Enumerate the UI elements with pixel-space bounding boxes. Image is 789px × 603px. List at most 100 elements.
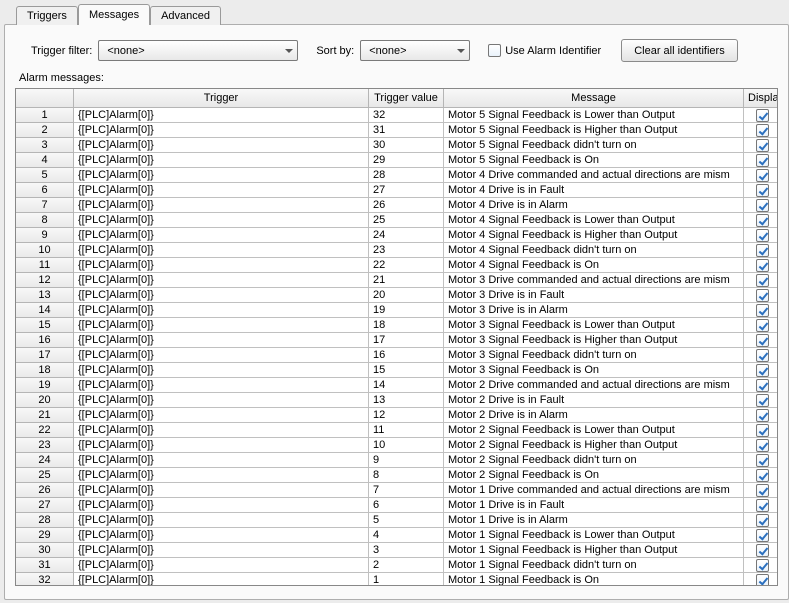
cell-trigger-value[interactable]: 11 bbox=[369, 423, 444, 438]
cell-trigger-value[interactable]: 10 bbox=[369, 438, 444, 453]
display-checkbox[interactable] bbox=[756, 319, 769, 332]
tab-messages[interactable]: Messages bbox=[78, 4, 150, 25]
cell-trigger-value[interactable]: 13 bbox=[369, 393, 444, 408]
cell-message[interactable]: Motor 3 Drive is in Fault bbox=[444, 288, 744, 303]
display-checkbox[interactable] bbox=[756, 199, 769, 212]
cell-message[interactable]: Motor 5 Signal Feedback is Lower than Ou… bbox=[444, 108, 744, 123]
cell-trigger[interactable]: {[PLC]Alarm[0]} bbox=[74, 273, 369, 288]
display-checkbox[interactable] bbox=[756, 349, 769, 362]
col-header-message[interactable]: Message bbox=[444, 89, 744, 108]
cell-trigger-value[interactable]: 15 bbox=[369, 363, 444, 378]
row-number[interactable]: 32 bbox=[16, 573, 74, 585]
cell-message[interactable]: Motor 3 Drive is in Alarm bbox=[444, 303, 744, 318]
row-number[interactable]: 30 bbox=[16, 543, 74, 558]
row-number[interactable]: 18 bbox=[16, 363, 74, 378]
row-number[interactable]: 8 bbox=[16, 213, 74, 228]
display-checkbox[interactable] bbox=[756, 244, 769, 257]
display-checkbox[interactable] bbox=[756, 229, 769, 242]
cell-trigger[interactable]: {[PLC]Alarm[0]} bbox=[74, 558, 369, 573]
cell-message[interactable]: Motor 3 Signal Feedback is Lower than Ou… bbox=[444, 318, 744, 333]
cell-trigger-value[interactable]: 5 bbox=[369, 513, 444, 528]
cell-trigger[interactable]: {[PLC]Alarm[0]} bbox=[74, 318, 369, 333]
display-checkbox[interactable] bbox=[756, 289, 769, 302]
row-number[interactable]: 29 bbox=[16, 528, 74, 543]
cell-trigger[interactable]: {[PLC]Alarm[0]} bbox=[74, 528, 369, 543]
row-number[interactable]: 2 bbox=[16, 123, 74, 138]
cell-message[interactable]: Motor 1 Signal Feedback is Higher than O… bbox=[444, 543, 744, 558]
cell-trigger-value[interactable]: 28 bbox=[369, 168, 444, 183]
cell-trigger-value[interactable]: 23 bbox=[369, 243, 444, 258]
row-number[interactable]: 13 bbox=[16, 288, 74, 303]
display-checkbox[interactable] bbox=[756, 259, 769, 272]
display-checkbox[interactable] bbox=[756, 124, 769, 137]
cell-trigger-value[interactable]: 32 bbox=[369, 108, 444, 123]
display-checkbox[interactable] bbox=[756, 334, 769, 347]
display-checkbox[interactable] bbox=[756, 379, 769, 392]
row-number[interactable]: 16 bbox=[16, 333, 74, 348]
row-number[interactable]: 12 bbox=[16, 273, 74, 288]
display-checkbox[interactable] bbox=[756, 514, 769, 527]
cell-message[interactable]: Motor 1 Drive is in Fault bbox=[444, 498, 744, 513]
cell-message[interactable]: Motor 1 Drive commanded and actual direc… bbox=[444, 483, 744, 498]
row-number[interactable]: 21 bbox=[16, 408, 74, 423]
cell-trigger-value[interactable]: 9 bbox=[369, 453, 444, 468]
cell-message[interactable]: Motor 4 Signal Feedback is Higher than O… bbox=[444, 228, 744, 243]
display-checkbox[interactable] bbox=[756, 184, 769, 197]
cell-trigger-value[interactable]: 16 bbox=[369, 348, 444, 363]
sort-by-select[interactable]: <none> bbox=[360, 40, 470, 61]
cell-trigger[interactable]: {[PLC]Alarm[0]} bbox=[74, 213, 369, 228]
cell-trigger-value[interactable]: 17 bbox=[369, 333, 444, 348]
row-number[interactable]: 20 bbox=[16, 393, 74, 408]
cell-trigger-value[interactable]: 14 bbox=[369, 378, 444, 393]
row-number[interactable]: 1 bbox=[16, 108, 74, 123]
row-number[interactable]: 15 bbox=[16, 318, 74, 333]
cell-message[interactable]: Motor 2 Drive is in Alarm bbox=[444, 408, 744, 423]
cell-message[interactable]: Motor 2 Signal Feedback is Lower than Ou… bbox=[444, 423, 744, 438]
cell-message[interactable]: Motor 5 Signal Feedback is On bbox=[444, 153, 744, 168]
display-checkbox[interactable] bbox=[756, 109, 769, 122]
row-number[interactable]: 25 bbox=[16, 468, 74, 483]
col-header-trigger-value[interactable]: Trigger value bbox=[369, 89, 444, 108]
display-checkbox[interactable] bbox=[756, 454, 769, 467]
display-checkbox[interactable] bbox=[756, 544, 769, 557]
row-number[interactable]: 19 bbox=[16, 378, 74, 393]
cell-trigger-value[interactable]: 19 bbox=[369, 303, 444, 318]
display-checkbox[interactable] bbox=[756, 424, 769, 437]
cell-message[interactable]: Motor 1 Signal Feedback is On bbox=[444, 573, 744, 585]
display-checkbox[interactable] bbox=[756, 169, 769, 182]
tab-advanced[interactable]: Advanced bbox=[150, 6, 221, 25]
display-checkbox[interactable] bbox=[756, 529, 769, 542]
cell-trigger[interactable]: {[PLC]Alarm[0]} bbox=[74, 348, 369, 363]
row-number[interactable]: 31 bbox=[16, 558, 74, 573]
row-number[interactable]: 14 bbox=[16, 303, 74, 318]
cell-trigger-value[interactable]: 4 bbox=[369, 528, 444, 543]
display-checkbox[interactable] bbox=[756, 394, 769, 407]
cell-message[interactable]: Motor 1 Drive is in Alarm bbox=[444, 513, 744, 528]
row-number[interactable]: 11 bbox=[16, 258, 74, 273]
cell-trigger-value[interactable]: 22 bbox=[369, 258, 444, 273]
cell-trigger-value[interactable]: 8 bbox=[369, 468, 444, 483]
cell-trigger-value[interactable]: 6 bbox=[369, 498, 444, 513]
cell-message[interactable]: Motor 1 Signal Feedback didn't turn on bbox=[444, 558, 744, 573]
cell-trigger[interactable]: {[PLC]Alarm[0]} bbox=[74, 183, 369, 198]
cell-trigger-value[interactable]: 18 bbox=[369, 318, 444, 333]
cell-trigger[interactable]: {[PLC]Alarm[0]} bbox=[74, 363, 369, 378]
cell-trigger-value[interactable]: 24 bbox=[369, 228, 444, 243]
display-checkbox[interactable] bbox=[756, 364, 769, 377]
row-number[interactable]: 23 bbox=[16, 438, 74, 453]
cell-trigger-value[interactable]: 26 bbox=[369, 198, 444, 213]
col-header-trigger[interactable]: Trigger bbox=[74, 89, 369, 108]
cell-message[interactable]: Motor 2 Drive is in Fault bbox=[444, 393, 744, 408]
display-checkbox[interactable] bbox=[756, 499, 769, 512]
cell-trigger-value[interactable]: 27 bbox=[369, 183, 444, 198]
cell-trigger[interactable]: {[PLC]Alarm[0]} bbox=[74, 333, 369, 348]
cell-message[interactable]: Motor 2 Signal Feedback is On bbox=[444, 468, 744, 483]
cell-trigger-value[interactable]: 31 bbox=[369, 123, 444, 138]
row-number[interactable]: 28 bbox=[16, 513, 74, 528]
cell-trigger[interactable]: {[PLC]Alarm[0]} bbox=[74, 288, 369, 303]
row-number[interactable]: 4 bbox=[16, 153, 74, 168]
tab-triggers[interactable]: Triggers bbox=[16, 6, 78, 25]
col-header-display[interactable]: Display bbox=[744, 89, 777, 108]
cell-trigger[interactable]: {[PLC]Alarm[0]} bbox=[74, 423, 369, 438]
cell-trigger[interactable]: {[PLC]Alarm[0]} bbox=[74, 108, 369, 123]
